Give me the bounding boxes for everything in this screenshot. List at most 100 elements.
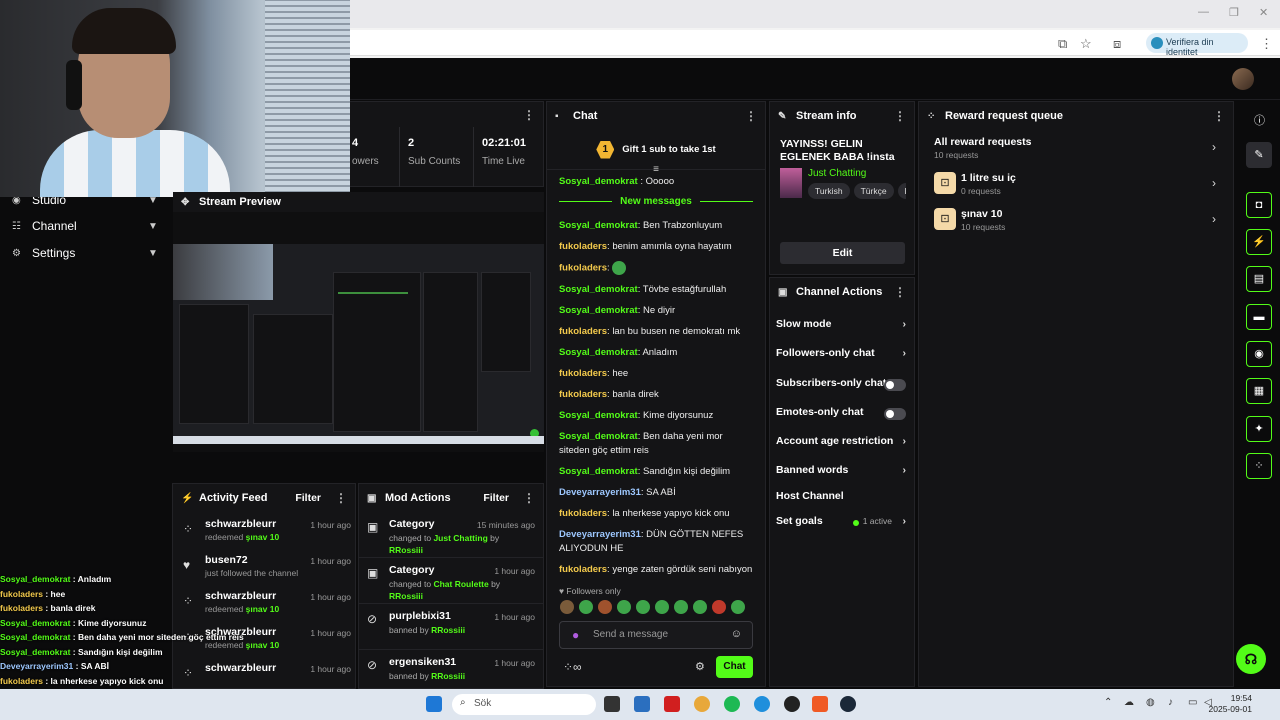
all-reward-requests[interactable]: All reward requests 10 requests › [934,136,1216,166]
chat-username[interactable]: Deveyarrayerim31 [559,487,641,498]
clock[interactable]: 19:54 2025-09-01 [1209,693,1252,715]
nav-settings[interactable]: ⚙ Settings ▼ [12,243,158,263]
browser-menu-icon[interactable]: ⋮ [1260,36,1273,52]
chat-username[interactable]: fukoladers [559,564,607,575]
avatar[interactable] [1232,68,1254,90]
chat-username[interactable]: Sosyal_demokrat [559,431,638,442]
brave-icon[interactable] [812,696,828,712]
spotify-icon[interactable] [724,696,740,712]
extensions-icon[interactable]: ⧈ [1113,36,1121,52]
chat-username[interactable]: fukoladers [559,241,607,252]
chat-username[interactable]: fukoladers [559,368,607,379]
taskbar-search[interactable]: ⌕ Sök [452,694,596,715]
stream-preview-video[interactable] [173,244,544,444]
broadcast-icon[interactable]: ◉ [1246,341,1272,367]
file-explorer-icon[interactable] [634,696,650,712]
more-options-icon[interactable]: ⋮ [894,285,906,299]
restore-icon[interactable]: ❐ [1229,6,1239,19]
chat-bubble-icon[interactable]: ▬ [1246,304,1272,330]
clipboard-icon[interactable]: ▤ [1246,266,1272,292]
apps-icon[interactable]: ⁘ [1246,453,1272,479]
tag[interactable]: R [897,183,906,199]
reward-item[interactable]: ⊡ 1 litre su iç 0 requests › [934,172,1216,202]
channel-action-host-channel[interactable]: Host Channel [776,490,906,508]
chat-username[interactable]: Sosyal_demokrat [559,220,638,231]
lightning-icon[interactable]: ⚡ [1246,229,1272,255]
chrome-icon[interactable] [694,696,710,712]
channel-action-emotes-only-chat[interactable]: Emotes-only chat [776,406,906,424]
task-view-icon[interactable] [604,696,620,712]
channel-action-slow-mode[interactable]: Slow mode › [776,318,906,336]
tag[interactable]: Turkish [808,183,850,199]
more-options-icon[interactable]: ⋮ [894,109,906,123]
more-options-icon[interactable]: ⋮ [745,109,757,123]
nav-channel[interactable]: ☷ Channel ▼ [12,216,158,236]
microphone-icon[interactable]: ● [572,628,579,642]
chat-username[interactable]: Sosyal_demokrat [559,176,638,187]
emoji-icon[interactable]: ☺ [731,628,742,640]
camera-icon[interactable]: ◘ [1246,192,1272,218]
pinned-toggle-icon[interactable]: ≡ [547,164,765,175]
chat-username[interactable]: fukoladers [559,326,607,337]
chat-username[interactable]: Sosyal_demokrat [559,347,638,358]
tray-app-icon[interactable]: ☁ [1124,697,1134,708]
tray-chevron-icon[interactable]: ⌃ [1104,697,1112,708]
reward-item[interactable]: ⊡ şınav 10 10 requests › [934,208,1216,238]
channel-action-account-age-restriction[interactable]: Account age restriction › [776,435,906,453]
mod-action-row[interactable]: ⊘ ergensiken31 banned by RRossiii 1 hour a… [359,650,543,688]
chat-username[interactable]: Deveyarrayerim31 [559,529,641,540]
microphone-icon[interactable]: ♪ [1168,697,1173,708]
minimize-icon[interactable]: — [1198,6,1209,18]
chat-scrollbar[interactable] [765,422,766,572]
chat-message: fukoladers: hee [559,367,753,381]
chat-username[interactable]: Sosyal_demokrat [559,305,638,316]
start-icon[interactable] [426,696,442,712]
gear-icon[interactable]: ⚙ [695,660,705,673]
kick-points-icon[interactable]: ⁘∞ [563,660,582,674]
emote-icon [655,600,669,614]
wrench-icon[interactable]: ✦ [1246,416,1272,442]
channel-action-banned-words[interactable]: Banned words › [776,464,906,482]
layout-icon[interactable]: ▦ [1246,378,1272,404]
chat-username[interactable]: Sosyal_demokrat [559,410,638,421]
mod-action-row[interactable]: ⊘ purplebixi31 banned by RRossiii 1 hour a… [359,604,543,650]
close-icon[interactable]: ✕ [1259,6,1268,19]
obs-icon[interactable] [784,696,800,712]
edit-button[interactable]: Edit [780,242,905,264]
chat-username[interactable]: fukoladers [559,508,607,519]
message-input[interactable]: ● Send a message ☺ [559,621,753,649]
more-options-icon[interactable]: ⋮ [523,491,535,505]
pencil-icon[interactable]: ✎ [1246,142,1272,168]
activity-row[interactable]: ⁘ schwarzbleurr redeemed şınav 10 1 hour ag… [173,512,355,548]
mod-action-row[interactable]: ▣ Category changed to Just Chatting by RRos… [359,512,543,558]
info-icon[interactable]: ⓘ [1254,112,1265,128]
channel-action-followers-only-chat[interactable]: Followers-only chat › [776,347,906,365]
network-icon[interactable]: ◍ [1146,697,1155,708]
tag[interactable]: Türkçe [853,183,894,199]
filter-button[interactable]: Filter [295,492,321,504]
chat-username[interactable]: fukoladers [559,389,607,400]
verify-identity-button[interactable]: Verifiera din identitet [1146,33,1248,57]
channel-action-set-goals[interactable]: Set goals 1 active › [776,515,906,533]
filter-button[interactable]: Filter [483,492,509,504]
chat-username[interactable]: Sosyal_demokrat [559,284,638,295]
bookmark-star-icon[interactable]: ☆ [1080,36,1092,52]
steam-icon[interactable] [840,696,856,712]
netflix-icon[interactable] [664,696,680,712]
more-options-icon[interactable]: ⋮ [523,108,535,122]
toggle-switch[interactable] [884,379,906,391]
translate-icon[interactable]: ⧉ [1058,36,1067,52]
edge-icon[interactable] [754,696,770,712]
send-chat-button[interactable]: Chat [716,656,753,678]
toggle-switch[interactable] [884,408,906,420]
channel-action-subscribers-only-chat[interactable]: Subscribers-only chat [776,377,906,395]
display-icon[interactable]: ▭ [1188,697,1197,708]
chat-username[interactable]: fukoladers [559,263,607,274]
mod-action-row[interactable]: ▣ Category changed to Chat Roulette by RRos… [359,558,543,604]
chat-username[interactable]: Sosyal_demokrat [559,466,638,477]
more-options-icon[interactable]: ⋮ [335,491,347,505]
more-options-icon[interactable]: ⋮ [1213,109,1225,123]
stats-row: 4 owers 2 Sub Counts 02:21:01 Time Live [343,127,543,187]
category-link[interactable]: Just Chatting [808,168,866,179]
support-button[interactable]: ☊ [1236,644,1266,674]
